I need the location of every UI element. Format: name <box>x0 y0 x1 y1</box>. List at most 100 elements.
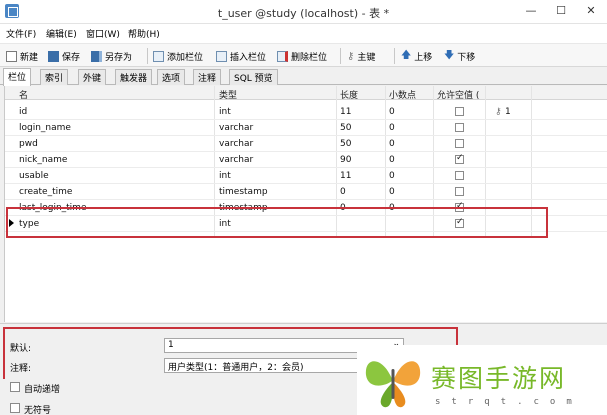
col-name-header[interactable]: 名 <box>19 88 28 101</box>
tab-fields[interactable]: 栏位 <box>3 68 32 86</box>
tab-triggers[interactable]: 触发器 <box>115 69 153 85</box>
col-length-header[interactable]: 长度 <box>340 88 358 101</box>
field-name[interactable]: pwd <box>19 139 38 149</box>
tab-sql-preview[interactable]: SQL 预览 <box>229 69 278 85</box>
tab-indexes[interactable]: 索引 <box>40 69 69 85</box>
table-row[interactable]: id int 11 0 ⚷ 1 <box>5 104 607 120</box>
close-button[interactable]: ✕ <box>578 2 604 20</box>
nullable-checkbox[interactable] <box>455 123 464 132</box>
table-row[interactable]: pwd varchar 50 0 <box>5 136 607 152</box>
col-nullable-header[interactable]: 允许空值 ( <box>437 88 479 101</box>
menu-window[interactable]: 窗口(W) <box>86 27 120 40</box>
delete-field-label: 删除栏位 <box>291 52 328 63</box>
field-name[interactable]: nick_name <box>19 155 67 165</box>
col-decimals-header[interactable]: 小数点 <box>389 88 416 101</box>
watermark: 赛图手游网 strqt.com <box>357 345 607 415</box>
save-icon <box>48 50 59 62</box>
field-length[interactable]: 0 <box>340 187 346 197</box>
move-up-label: 上移 <box>414 52 433 63</box>
field-length[interactable]: 50 <box>340 139 351 149</box>
col-type-header[interactable]: 类型 <box>219 88 237 101</box>
title-bar: t_user @study (localhost) - 表 * — ☐ ✕ <box>0 0 607 24</box>
watermark-url: strqt.com <box>435 397 583 407</box>
insert-field-icon <box>216 50 227 62</box>
nullable-checkbox[interactable] <box>455 107 464 116</box>
move-up-button[interactable]: 🡅 上移 <box>401 48 432 64</box>
highlight-box <box>6 207 548 238</box>
tab-bar: 栏位 索引 外键 触发器 选项 注释 SQL 预览 <box>0 67 607 86</box>
new-label: 新建 <box>20 52 39 63</box>
field-decimals[interactable]: 0 <box>389 187 395 197</box>
field-length[interactable]: 11 <box>340 107 351 117</box>
save-button[interactable]: 保存 <box>48 48 80 64</box>
save-as-label: 另存为 <box>105 52 133 63</box>
new-icon <box>6 50 17 62</box>
field-type[interactable]: varchar <box>219 123 253 133</box>
field-name[interactable]: usable <box>19 171 49 181</box>
menu-file[interactable]: 文件(F) <box>6 27 36 40</box>
watermark-brand: 赛图手游网 <box>431 364 567 393</box>
toolbar-divider <box>340 48 341 64</box>
field-type[interactable]: int <box>219 171 231 181</box>
add-field-icon <box>153 50 164 62</box>
field-length[interactable]: 11 <box>340 171 351 181</box>
unsigned-label: 无符号 <box>24 406 52 415</box>
maximize-button[interactable]: ☐ <box>548 2 574 20</box>
table-row[interactable]: create_time timestamp 0 0 <box>5 184 607 200</box>
add-field-label: 添加栏位 <box>167 52 204 63</box>
tab-comment[interactable]: 注释 <box>193 69 222 85</box>
tab-foreign-keys[interactable]: 外键 <box>78 69 107 85</box>
toolbar-divider <box>147 48 148 64</box>
primary-key-button[interactable]: ⚷ 主键 <box>347 48 375 64</box>
tab-options[interactable]: 选项 <box>157 69 186 85</box>
unsigned-checkbox[interactable] <box>10 403 20 413</box>
insert-field-label: 插入栏位 <box>230 52 267 63</box>
field-type[interactable]: varchar <box>219 139 253 149</box>
field-length[interactable]: 90 <box>340 155 351 165</box>
move-down-button[interactable]: 🡇 下移 <box>444 48 475 64</box>
table-row[interactable]: nick_name varchar 90 0 <box>5 152 607 168</box>
field-decimals[interactable]: 0 <box>389 123 395 133</box>
field-name[interactable]: login_name <box>19 123 71 133</box>
save-as-icon <box>91 50 102 62</box>
key-icon: ⚷ <box>495 107 502 117</box>
table-row[interactable]: usable int 11 0 <box>5 168 607 184</box>
arrow-down-icon: 🡇 <box>444 49 455 61</box>
field-decimals[interactable]: 0 <box>389 139 395 149</box>
field-name[interactable]: id <box>19 107 27 117</box>
nullable-checkbox[interactable] <box>455 171 464 180</box>
nullable-checkbox[interactable] <box>455 139 464 148</box>
primary-key-label: 主键 <box>357 52 376 63</box>
field-decimals[interactable]: 0 <box>389 171 395 181</box>
field-length[interactable]: 50 <box>340 123 351 133</box>
nullable-checkbox[interactable] <box>455 187 464 196</box>
fields-grid: 名 类型 长度 小数点 允许空值 ( id int 11 0 ⚷ 1 login… <box>4 86 607 322</box>
window-title: t_user @study (localhost) - 表 * <box>217 7 390 20</box>
menu-edit[interactable]: 编辑(E) <box>46 27 77 40</box>
menu-help[interactable]: 帮助(H) <box>128 27 160 40</box>
field-type[interactable]: int <box>219 107 231 117</box>
field-decimals[interactable]: 0 <box>389 107 395 117</box>
field-type[interactable]: timestamp <box>219 187 268 197</box>
delete-field-button[interactable]: 删除栏位 <box>277 48 327 64</box>
field-type[interactable]: varchar <box>219 155 253 165</box>
butterfly-logo-icon <box>365 361 421 408</box>
toolbar: 新建 保存 另存为 添加栏位 插入栏位 删除栏位 ⚷ 主键 🡅 上移 🡇 下移 <box>0 43 607 67</box>
save-as-button[interactable]: 另存为 <box>91 48 132 64</box>
arrow-up-icon: 🡅 <box>401 49 412 61</box>
key-index: 1 <box>505 107 511 117</box>
auto-increment-checkbox[interactable] <box>10 382 20 392</box>
new-button[interactable]: 新建 <box>6 48 38 64</box>
grid-header: 名 类型 长度 小数点 允许空值 ( <box>5 86 607 101</box>
menu-bar: 文件(F) 编辑(E) 窗口(W) 帮助(H) <box>0 24 607 43</box>
move-down-label: 下移 <box>457 52 476 63</box>
insert-field-button[interactable]: 插入栏位 <box>216 48 266 64</box>
table-row[interactable]: login_name varchar 50 0 <box>5 120 607 136</box>
field-decimals[interactable]: 0 <box>389 155 395 165</box>
minimize-button[interactable]: — <box>518 2 544 20</box>
save-label: 保存 <box>62 52 81 63</box>
delete-field-icon <box>277 50 288 62</box>
field-name[interactable]: create_time <box>19 187 72 197</box>
add-field-button[interactable]: 添加栏位 <box>153 48 203 64</box>
nullable-checkbox[interactable] <box>455 153 464 164</box>
